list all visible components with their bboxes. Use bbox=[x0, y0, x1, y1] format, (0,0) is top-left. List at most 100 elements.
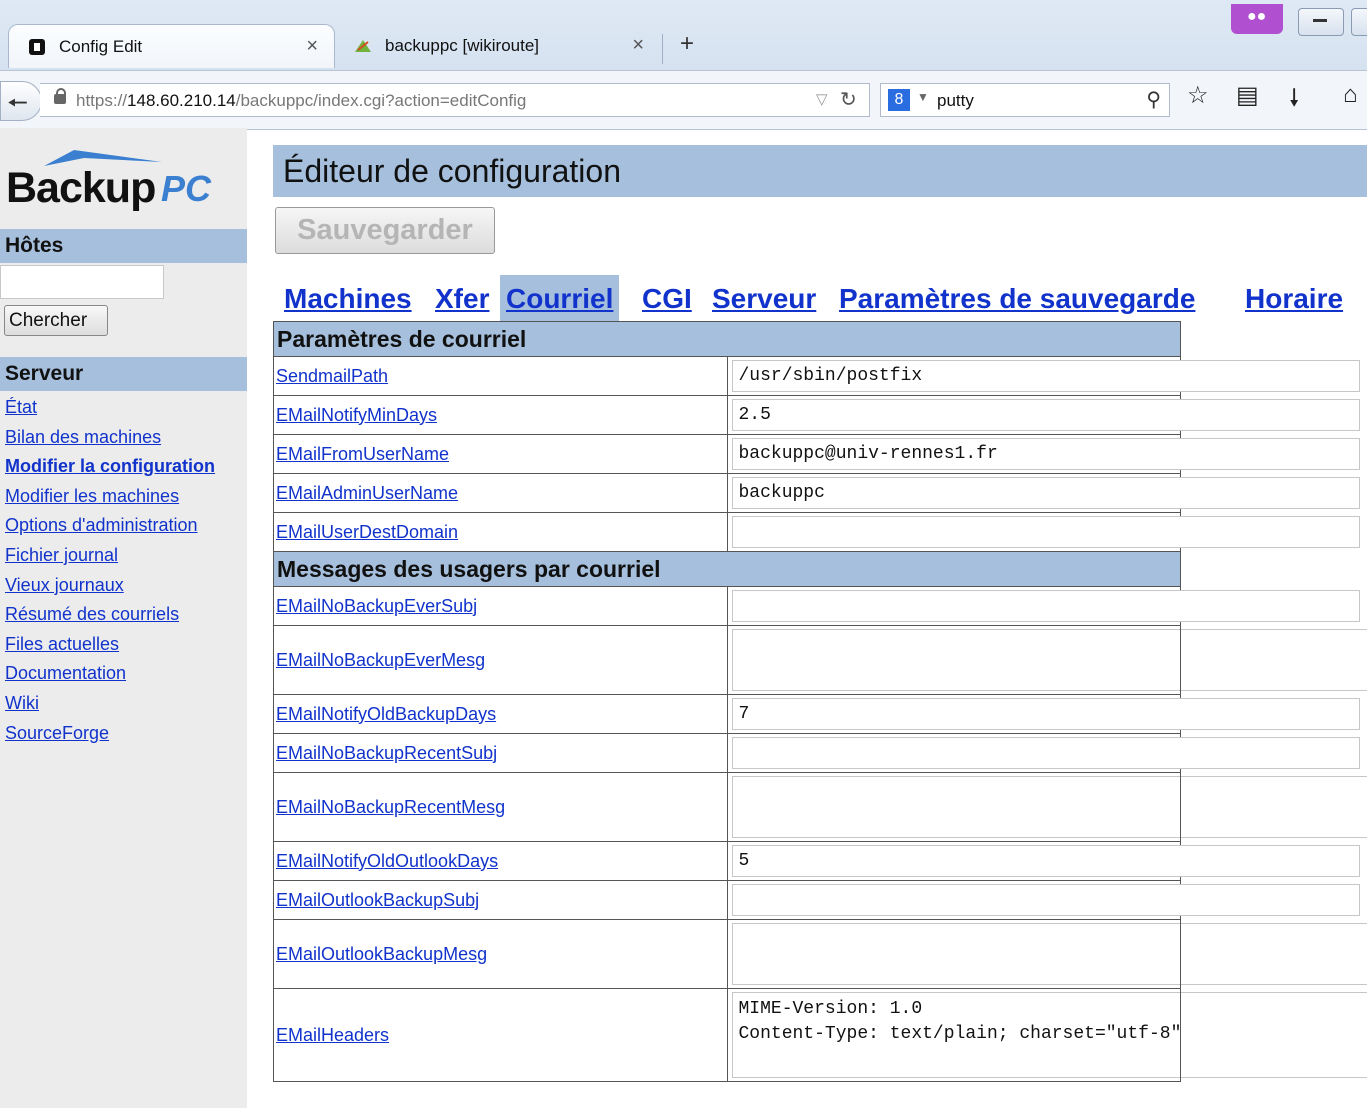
field-label-link[interactable]: EMailNoBackupEverSubj bbox=[276, 596, 477, 616]
config-row: EMailHeaders MIME-Version: 1.0 Content-T… bbox=[273, 988, 1367, 1082]
field-label-link[interactable]: EMailNoBackupRecentSubj bbox=[276, 743, 497, 763]
field-label-link[interactable]: EMailAdminUserName bbox=[276, 483, 458, 503]
nav-link-wiki[interactable]: Wiki bbox=[5, 693, 39, 713]
config-row: EMailNoBackupRecentSubj bbox=[273, 733, 1360, 773]
field-label-link[interactable]: SendmailPath bbox=[276, 366, 388, 386]
nav-item: Modifier les machines bbox=[5, 486, 215, 516]
back-button[interactable]: 🠔 bbox=[0, 81, 42, 121]
email-outlook-backup-mesg-field[interactable] bbox=[731, 923, 1367, 985]
reload-icon[interactable]: ↻ bbox=[840, 87, 857, 112]
field-label-link[interactable]: EMailFromUserName bbox=[276, 444, 449, 464]
email-headers-field[interactable]: MIME-Version: 1.0 Content-Type: text/pla… bbox=[731, 992, 1367, 1078]
search-bar[interactable]: 8 ▼ putty ⚲ bbox=[880, 83, 1170, 117]
email-outlook-backup-subj-field[interactable] bbox=[731, 884, 1360, 916]
minimize-button[interactable] bbox=[1298, 8, 1344, 36]
nav-item: Résumé des courriels bbox=[5, 604, 215, 634]
tab-xfer[interactable]: Xfer bbox=[429, 275, 495, 321]
section-header: Paramètres de courriel bbox=[273, 321, 1181, 357]
server-header: Serveur bbox=[0, 357, 247, 391]
email-admin-user-name-field[interactable] bbox=[731, 477, 1360, 509]
url-bar[interactable]: https://148.60.210.14/backuppc/index.cgi… bbox=[40, 83, 870, 117]
tab-backuppc-wikiroute[interactable]: backuppc [wikiroute] × bbox=[345, 24, 660, 68]
history-dropdown-icon[interactable]: ▽ bbox=[816, 90, 828, 108]
backuppc-logo: Backup PC bbox=[6, 146, 236, 216]
nav-link-modifier-machines[interactable]: Modifier les machines bbox=[5, 486, 179, 506]
close-icon[interactable]: × bbox=[306, 35, 318, 58]
host-search-input[interactable] bbox=[0, 265, 164, 299]
search-query: putty bbox=[937, 91, 974, 110]
search-button[interactable]: Chercher bbox=[4, 305, 108, 336]
field-label-link[interactable]: EMailNotifyMinDays bbox=[276, 405, 437, 425]
nav-link-fichier-journal[interactable]: Fichier journal bbox=[5, 545, 118, 565]
config-row: SendmailPath bbox=[273, 356, 1360, 396]
bookmark-star-icon[interactable]: ☆ bbox=[1187, 81, 1209, 110]
field-label-link[interactable]: EMailNoBackupRecentMesg bbox=[276, 797, 505, 817]
nav-link-vieux-journaux[interactable]: Vieux journaux bbox=[5, 575, 124, 595]
google-search-engine-icon[interactable]: 8 bbox=[888, 89, 910, 111]
config-row: EMailOutlookBackupSubj bbox=[273, 880, 1360, 920]
tab-cgi[interactable]: CGI bbox=[636, 275, 698, 321]
email-no-backup-recent-subj-field[interactable] bbox=[731, 737, 1360, 769]
field-label-link[interactable]: EMailOutlookBackupMesg bbox=[276, 944, 487, 964]
email-no-backup-ever-mesg-field[interactable] bbox=[731, 629, 1367, 691]
email-notify-min-days-field[interactable] bbox=[731, 399, 1360, 431]
url-text: https://148.60.210.14/backuppc/index.cgi… bbox=[76, 91, 527, 110]
backuppc-favicon-icon bbox=[29, 39, 45, 55]
nav-link-modifier-configuration[interactable]: Modifier la configuration bbox=[5, 456, 215, 476]
config-row: EMailOutlookBackupMesg bbox=[273, 919, 1367, 989]
email-user-dest-domain-field[interactable] bbox=[731, 516, 1360, 548]
reading-list-icon[interactable]: ▤ bbox=[1236, 81, 1259, 110]
wiki-favicon-icon bbox=[355, 40, 371, 52]
config-row: EMailNoBackupEverMesg bbox=[273, 625, 1367, 695]
config-row: EMailUserDestDomain bbox=[273, 512, 1360, 552]
nav-link-documentation[interactable]: Documentation bbox=[5, 663, 126, 683]
email-no-backup-recent-mesg-field[interactable] bbox=[731, 776, 1367, 838]
tab-separator bbox=[662, 34, 663, 64]
nav-link-sourceforge[interactable]: SourceForge bbox=[5, 723, 109, 743]
new-tab-button[interactable]: + bbox=[680, 30, 694, 58]
email-from-user-name-field[interactable] bbox=[731, 438, 1360, 470]
field-label-link[interactable]: EMailNotifyOldBackupDays bbox=[276, 704, 496, 724]
page-title: Éditeur de configuration bbox=[273, 145, 1367, 197]
browser-chrome: Config Edit × backuppc [wikiroute] × + ●… bbox=[0, 0, 1367, 130]
server-nav: État Bilan des machines Modifier la conf… bbox=[5, 397, 215, 752]
nav-link-bilan-machines[interactable]: Bilan des machines bbox=[5, 427, 161, 447]
field-label-link[interactable]: EMailNotifyOldOutlookDays bbox=[276, 851, 498, 871]
field-label-link[interactable]: EMailHeaders bbox=[276, 1025, 389, 1045]
nav-link-files-actuelles[interactable]: Files actuelles bbox=[5, 634, 119, 654]
nav-item: Documentation bbox=[5, 663, 215, 693]
tab-machines[interactable]: Machines bbox=[278, 275, 418, 321]
section-title: Paramètres de courriel bbox=[273, 321, 1181, 357]
nav-item: État bbox=[5, 397, 215, 427]
nav-item: Fichier journal bbox=[5, 545, 215, 575]
field-label-link[interactable]: EMailNoBackupEverMesg bbox=[276, 650, 485, 670]
config-row: EMailNoBackupEverSubj bbox=[273, 586, 1360, 626]
field-label-link[interactable]: EMailOutlookBackupSubj bbox=[276, 890, 479, 910]
nav-item: Files actuelles bbox=[5, 634, 215, 664]
save-button[interactable]: Sauvegarder bbox=[275, 207, 495, 254]
tab-serveur[interactable]: Serveur bbox=[706, 275, 822, 321]
config-row: EMailAdminUserName bbox=[273, 473, 1360, 513]
email-no-backup-ever-subj-field[interactable] bbox=[731, 590, 1360, 622]
sidebar: Backup PC Hôtes Chercher Serveur État Bi… bbox=[0, 128, 247, 1108]
download-icon[interactable]: 🠗 bbox=[1289, 81, 1299, 122]
tab-courriel[interactable]: Courriel bbox=[500, 275, 620, 321]
config-table: Paramètres de courriel SendmailPath EMai… bbox=[273, 321, 1367, 1082]
search-icon[interactable]: ⚲ bbox=[1146, 87, 1161, 112]
home-icon[interactable]: ⌂ bbox=[1343, 81, 1358, 109]
nav-link-etat[interactable]: État bbox=[5, 397, 37, 417]
email-notify-old-backup-days-field[interactable] bbox=[731, 698, 1360, 730]
chevron-down-icon[interactable]: ▼ bbox=[917, 90, 929, 104]
back-icon: 🠔 bbox=[7, 90, 28, 117]
nav-link-options-administration[interactable]: Options d'administration bbox=[5, 515, 198, 535]
close-icon[interactable]: × bbox=[632, 34, 644, 57]
nav-item: Modifier la configuration bbox=[5, 456, 215, 486]
field-label-link[interactable]: EMailUserDestDomain bbox=[276, 522, 458, 542]
tab-config-edit[interactable]: Config Edit × bbox=[8, 24, 335, 68]
tab-parametres-sauvegarde[interactable]: Paramètres de sauvegarde bbox=[833, 275, 1201, 321]
nav-link-resume-courriels[interactable]: Résumé des courriels bbox=[5, 604, 179, 624]
tab-horaire[interactable]: Horaire bbox=[1239, 275, 1349, 321]
email-notify-old-outlook-days-field[interactable] bbox=[731, 845, 1360, 877]
maximize-button[interactable] bbox=[1351, 8, 1367, 36]
sendmail-path-field[interactable] bbox=[731, 360, 1360, 392]
